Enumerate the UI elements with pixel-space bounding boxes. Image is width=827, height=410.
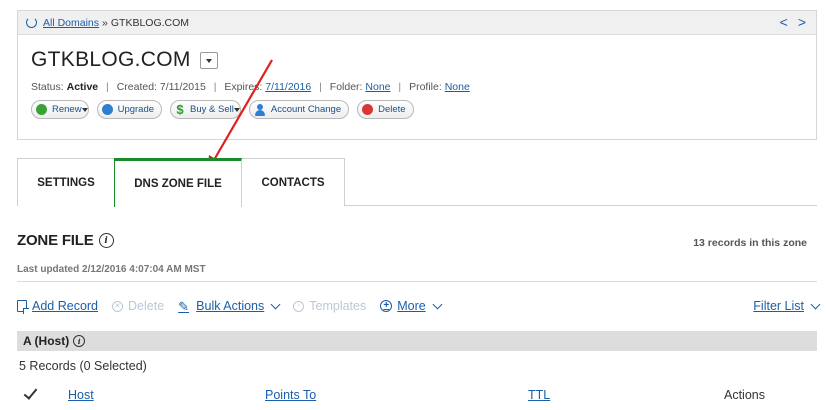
tab-dns-zone-file[interactable]: DNS ZONE FILE (114, 158, 242, 207)
templates-button[interactable]: › Templates (293, 299, 366, 313)
breadcrumb: All Domains » GTKBLOG.COM < > (18, 11, 816, 35)
domain-card: All Domains » GTKBLOG.COM < > GTKBLOG.CO… (17, 10, 817, 140)
folder-link[interactable]: None (365, 81, 390, 93)
upgrade-label: Upgrade (117, 104, 155, 115)
refresh-icon[interactable] (26, 17, 37, 28)
add-record-button[interactable]: Add Record (17, 299, 99, 314)
person-icon (254, 103, 266, 116)
bulk-actions-button[interactable]: ✎ Bulk Actions (178, 298, 281, 314)
templates-label: Templates (309, 299, 367, 313)
column-points-to[interactable]: Points To (265, 388, 316, 402)
zone-file-title: ZONE FILE (17, 232, 94, 249)
delete-domain-label: Delete (378, 104, 406, 115)
chevron-down-icon (432, 299, 443, 309)
zone-toolbar: Add Record ✕ Delete ✎ Bulk Actions › Tem… (17, 298, 821, 314)
status-value: Active (66, 81, 99, 93)
host-section-header[interactable]: A (Host) i (17, 331, 817, 351)
templates-icon: › (293, 300, 305, 312)
select-all-check-icon[interactable] (24, 386, 38, 400)
prev-domain-icon[interactable]: < (780, 14, 788, 30)
domain-title: GTKBLOG.COM (31, 48, 191, 71)
buy-sell-dropdown[interactable] (233, 104, 240, 115)
add-record-label: Add Record (32, 299, 99, 313)
column-ttl[interactable]: TTL (528, 388, 550, 402)
account-change-button[interactable]: Account Change (248, 100, 350, 119)
filter-list-button[interactable]: Filter List (753, 299, 821, 313)
chevron-down-icon (81, 108, 88, 112)
renew-label: Renew (52, 104, 82, 115)
status-label: Status: (31, 81, 64, 93)
breadcrumb-all-domains[interactable]: All Domains (43, 17, 99, 29)
delete-circle-icon: ✕ (112, 300, 124, 312)
domain-title-row: GTKBLOG.COM (31, 48, 816, 72)
expires-label: Expires: (224, 81, 263, 93)
tab-contacts[interactable]: CONTACTS (241, 158, 345, 206)
renew-icon (36, 104, 47, 115)
chevron-down-icon (810, 299, 821, 309)
domain-pager: < > (780, 14, 806, 30)
chevron-down-icon (233, 108, 240, 112)
delete-domain-button[interactable]: Delete (357, 100, 414, 119)
upgrade-icon (101, 104, 113, 115)
delete-icon (362, 104, 374, 115)
account-change-label: Account Change (270, 104, 342, 115)
buy-sell-button[interactable]: $ Buy & Sell (170, 100, 241, 119)
chevron-down-icon (270, 299, 281, 309)
breadcrumb-separator: » (102, 16, 108, 29)
info-icon[interactable]: i (98, 233, 114, 248)
info-icon[interactable]: i (73, 335, 86, 347)
pencil-icon: ✎ (178, 298, 190, 314)
records-count: 13 records in this zone (693, 237, 807, 249)
buy-sell-label: Buy & Sell (190, 104, 234, 115)
dollar-icon: $ (176, 102, 184, 117)
divider (17, 281, 817, 282)
domain-dropdown-icon[interactable] (199, 51, 218, 69)
domain-status-line: Status: Active | Created: 7/11/2015 | Ex… (31, 81, 470, 93)
records-table-header: Host Points To TTL Actions (0, 386, 827, 406)
expires-link[interactable]: 7/11/2016 (265, 81, 311, 93)
folder-label: Folder: (329, 81, 363, 93)
more-label: More (397, 299, 426, 313)
domain-tabs: SETTINGS DNS ZONE FILE CONTACTS (17, 158, 817, 207)
profile-label: Profile: (409, 81, 442, 93)
last-updated: Last updated 2/12/2016 4:07:04 AM MST (17, 264, 206, 275)
upgrade-button[interactable]: Upgrade (96, 100, 163, 119)
records-selected: 5 Records (0 Selected) (19, 359, 147, 373)
plus-circle-icon: + (380, 300, 393, 312)
zone-file-header: ZONE FILE i (17, 232, 114, 249)
add-record-icon (17, 300, 29, 314)
more-button[interactable]: + More (380, 299, 443, 313)
created-date: Created: 7/11/2015 (116, 81, 206, 93)
profile-link[interactable]: None (445, 81, 470, 93)
column-host[interactable]: Host (68, 388, 94, 402)
delete-record-button[interactable]: ✕ Delete (112, 299, 164, 313)
renew-button[interactable]: Renew (31, 100, 89, 119)
next-domain-icon[interactable]: > (798, 14, 806, 30)
filter-list-label: Filter List (753, 299, 804, 313)
bulk-actions-label: Bulk Actions (196, 299, 265, 313)
renew-dropdown[interactable] (81, 104, 88, 115)
breadcrumb-current: GTKBLOG.COM (110, 16, 190, 29)
delete-record-label: Delete (128, 299, 165, 313)
host-section-title: A (Host) (23, 334, 70, 348)
tab-settings[interactable]: SETTINGS (17, 158, 115, 206)
domain-actions: Renew Upgrade $ Buy & Sell Account Chang… (31, 100, 816, 119)
column-actions: Actions (724, 388, 765, 402)
